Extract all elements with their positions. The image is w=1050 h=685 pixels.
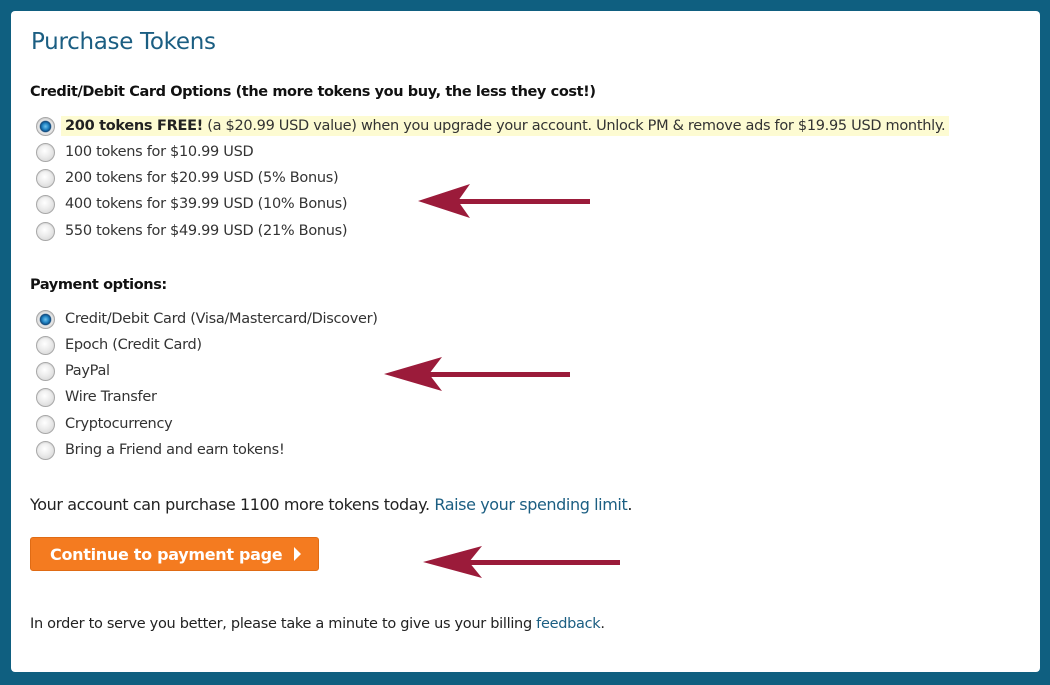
arrow-icon xyxy=(384,357,570,391)
annotation-arrows xyxy=(384,184,620,578)
arrow-icon xyxy=(418,184,590,218)
arrow-icon xyxy=(423,546,620,578)
